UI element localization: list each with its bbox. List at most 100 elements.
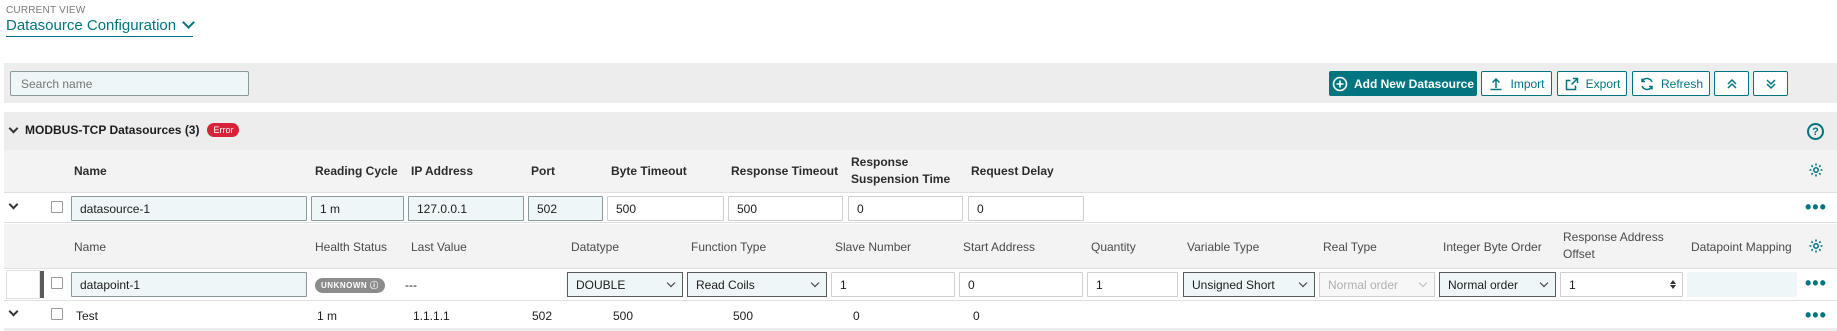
more-options-icon[interactable]: ••• — [1805, 274, 1827, 292]
column-header-datatype: Datatype — [571, 240, 620, 254]
row-spacer — [6, 270, 40, 299]
row-checkbox[interactable] — [51, 201, 63, 213]
request-delay: 0 — [973, 309, 980, 323]
column-header-response-address-offset: Response Address Offset — [1563, 229, 1664, 263]
last-value: --- — [405, 278, 417, 292]
column-header-byte-timeout: Byte Timeout — [611, 164, 687, 178]
more-options-icon[interactable]: ••• — [1805, 198, 1827, 216]
add-new-datasource-button[interactable]: Add New Datasource — [1329, 71, 1477, 96]
start-address-input[interactable]: 0 — [959, 272, 1083, 297]
column-header-name: Name — [74, 164, 107, 178]
column-header-response-suspension-line1: Response — [851, 155, 909, 169]
column-header-start-address: Start Address — [963, 240, 1036, 254]
current-view-caption: CURRENT VIEW — [6, 5, 86, 16]
column-header-response-suspension-line2: Suspension Time — [851, 172, 951, 186]
section-toggle[interactable]: MODBUS-TCP Datasources (3) Error — [8, 123, 240, 137]
row-checkbox[interactable] — [51, 277, 63, 289]
more-options-icon[interactable]: ••• — [1805, 306, 1827, 324]
quantity-input[interactable]: 1 — [1087, 272, 1178, 297]
chevron-down-icon — [1298, 278, 1308, 288]
port-input[interactable]: 502 — [528, 196, 603, 221]
gear-icon[interactable] — [1808, 162, 1824, 178]
chevron-down-icon — [810, 278, 820, 288]
reading-cycle-input[interactable]: 1 m — [311, 196, 404, 221]
health-status-badge: UNKNOWN ⓘ — [315, 278, 385, 293]
column-header-port: Port — [531, 164, 555, 178]
request-delay-input[interactable]: 0 — [968, 196, 1084, 221]
column-header-response-timeout: Response Timeout — [731, 164, 839, 178]
column-header-health-status: Health Status — [315, 240, 388, 254]
slave-number-input[interactable]: 1 — [831, 272, 955, 297]
question-icon: ⓘ — [370, 281, 379, 290]
response-suspension-time-input[interactable]: 0 — [848, 196, 963, 221]
response-address-offset-value: 1 — [1569, 277, 1576, 292]
export-icon — [1565, 77, 1578, 90]
column-header-real-type: Real Type — [1323, 240, 1377, 254]
gear-icon[interactable] — [1808, 238, 1824, 254]
variable-type-value: Unsigned Short — [1192, 277, 1275, 292]
response-suspension-time: 0 — [853, 309, 860, 323]
chevron-down-icon — [1418, 278, 1428, 288]
column-header-quantity: Quantity — [1091, 240, 1136, 254]
function-type-select[interactable]: Read Coils — [687, 272, 827, 297]
collapse-all-button[interactable] — [1714, 71, 1749, 96]
current-view-selector[interactable]: Datasource Configuration — [6, 16, 195, 37]
refresh-label: Refresh — [1660, 76, 1704, 91]
byte-timeout-input[interactable]: 500 — [607, 196, 724, 221]
import-label: Import — [1510, 76, 1545, 91]
column-header-function-type: Function Type — [691, 240, 767, 254]
search-input[interactable] — [10, 71, 249, 96]
column-header-reading-cycle: Reading Cycle — [315, 164, 398, 178]
real-type-select: Normal order — [1319, 272, 1435, 297]
ip-address-input[interactable]: 127.0.0.1 — [408, 196, 524, 221]
column-header-slave-number: Slave Number — [835, 240, 912, 254]
integer-byte-order-select[interactable]: Normal order — [1439, 272, 1556, 297]
upload-icon — [1490, 77, 1502, 90]
current-view-title: Datasource Configuration — [6, 17, 177, 34]
column-header-variable-type: Variable Type — [1187, 240, 1260, 254]
spinner-arrows-icon[interactable] — [1670, 280, 1676, 289]
chevron-down-icon — [182, 16, 195, 29]
chevron-down-icon — [1539, 278, 1549, 288]
port: 502 — [532, 309, 553, 323]
error-badge: Error — [207, 123, 240, 137]
health-status-label: UNKNOWN — [321, 281, 368, 290]
response-timeout-input[interactable]: 500 — [728, 196, 843, 221]
chevron-down-icon — [8, 123, 19, 133]
export-label: Export — [1585, 76, 1621, 91]
variable-type-select[interactable]: Unsigned Short — [1183, 272, 1315, 297]
datatype-select[interactable]: DOUBLE — [567, 272, 683, 297]
refresh-icon — [1641, 77, 1653, 90]
function-type-value: Read Coils — [696, 277, 755, 292]
column-header-response-address-line2: Offset — [1563, 247, 1595, 261]
double-chevron-up-icon — [1726, 78, 1737, 89]
plus-circle-icon — [1332, 76, 1348, 91]
datapoint-mapping-cell[interactable] — [1687, 272, 1797, 297]
integer-byte-order-value: Normal order — [1448, 277, 1519, 292]
export-button[interactable]: Export — [1557, 71, 1627, 96]
column-header-integer-byte-order: Integer Byte Order — [1443, 240, 1542, 254]
datapoint-name-input[interactable]: datapoint-1 — [71, 272, 307, 297]
column-header-response-suspension: Response Suspension Time — [851, 154, 950, 188]
datasource-name-input[interactable]: datasource-1 — [71, 196, 307, 221]
column-header-last-value: Last Value — [411, 240, 467, 254]
help-icon[interactable]: ? — [1807, 123, 1824, 140]
row-checkbox[interactable] — [51, 308, 63, 320]
section-title: MODBUS-TCP Datasources (3) — [25, 123, 200, 137]
table-row — [4, 301, 1837, 329]
add-new-datasource-label: Add New Datasource — [1353, 76, 1475, 91]
import-button[interactable]: Import — [1481, 71, 1552, 96]
real-type-value: Normal order — [1328, 277, 1399, 292]
response-timeout: 500 — [733, 309, 754, 323]
refresh-button[interactable]: Refresh — [1632, 71, 1710, 96]
expand-all-button[interactable] — [1753, 71, 1788, 96]
column-header-ip-address: IP Address — [411, 164, 474, 178]
ip-address: 1.1.1.1 — [413, 309, 450, 323]
response-address-offset-stepper[interactable]: 1 — [1560, 272, 1683, 297]
column-header-datapoint-name: Name — [74, 240, 107, 254]
selected-row-indicator — [40, 271, 44, 298]
chevron-down-icon — [666, 278, 676, 288]
datatype-value: DOUBLE — [576, 277, 626, 292]
column-header-response-address-line1: Response Address — [1563, 230, 1664, 244]
column-header-request-delay: Request Delay — [971, 164, 1054, 178]
